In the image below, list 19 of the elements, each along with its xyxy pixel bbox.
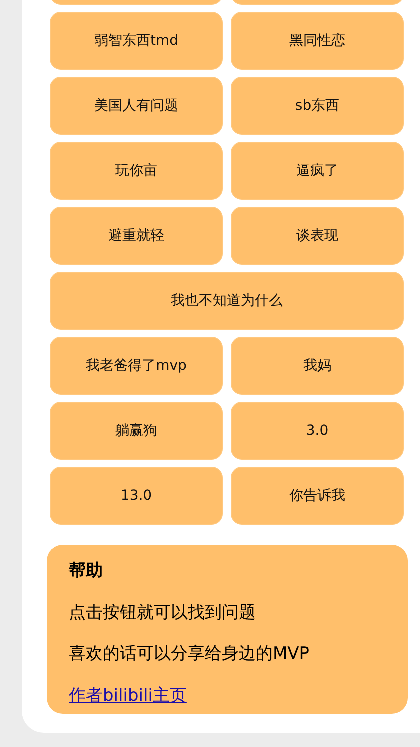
option-button[interactable]: 我也不知道为什么: [50, 272, 404, 330]
option-button[interactable]: 逼疯了: [231, 142, 404, 200]
option-button[interactable]: 我妈: [231, 337, 404, 395]
option-button[interactable]: 我老爸得了mvp: [50, 337, 223, 395]
author-link[interactable]: 作者bilibili主页: [69, 686, 187, 706]
option-button[interactable]: 弱智东西tmd: [50, 12, 223, 70]
help-text: 点击按钮就可以找到问题: [69, 602, 256, 622]
option-button[interactable]: 你告诉我: [231, 467, 404, 525]
option-button[interactable]: 美国人有问题: [50, 77, 223, 135]
help-text: 喜欢的话可以分享给身边的MVP: [69, 644, 310, 664]
option-button[interactable]: sb东西: [231, 77, 404, 135]
option-button[interactable]: 玩你亩: [50, 142, 223, 200]
option-button[interactable]: 躺赢狗: [50, 402, 223, 460]
option-button[interactable]: 谈表现: [231, 207, 404, 265]
option-button[interactable]: 避重就轻: [50, 207, 223, 265]
option-button[interactable]: 13.0: [50, 467, 223, 525]
option-button[interactable]: 3.0: [231, 402, 404, 460]
option-button[interactable]: 黑同性恋: [231, 12, 404, 70]
help-title: 帮助: [69, 560, 104, 583]
